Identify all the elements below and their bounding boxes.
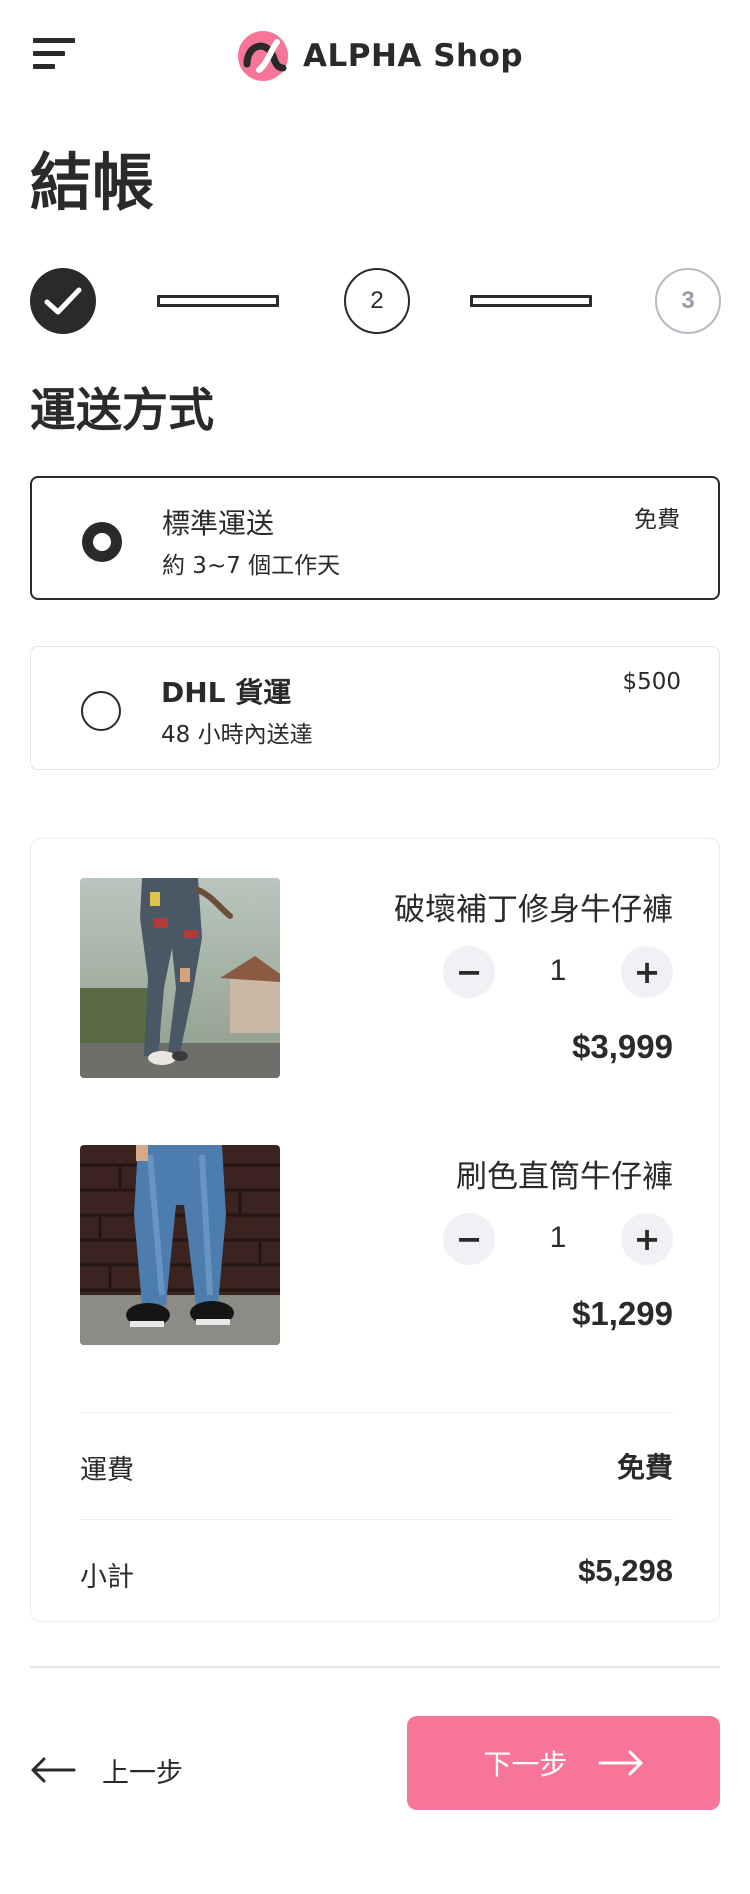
cart-item: 刷色直筒牛仔褲 − 1 + $1,299 bbox=[80, 1145, 673, 1345]
step-1-completed bbox=[30, 268, 96, 334]
radio-selected[interactable] bbox=[82, 522, 122, 562]
divider bbox=[80, 1412, 673, 1413]
increase-button[interactable]: + bbox=[621, 1213, 673, 1265]
divider bbox=[80, 1519, 673, 1520]
header: ALPHA Shop bbox=[0, 0, 750, 112]
brand-name: ALPHA Shop bbox=[303, 38, 524, 74]
product-image bbox=[80, 1145, 280, 1345]
checkout-stepper: 2 3 bbox=[30, 268, 721, 334]
prev-step-label: 上一步 bbox=[102, 1757, 183, 1789]
radio-unselected[interactable] bbox=[81, 691, 121, 731]
prev-step-button[interactable]: 上一步 bbox=[30, 1740, 183, 1800]
step-connector bbox=[157, 295, 279, 307]
page-title: 結帳 bbox=[30, 146, 155, 219]
shipping-fee-label: 運費 bbox=[80, 1455, 134, 1486]
step-3-upcoming: 3 bbox=[655, 268, 721, 334]
shipping-fee-value: 免費 bbox=[616, 1451, 673, 1484]
shipping-option-name: DHL 貨運 bbox=[161, 676, 292, 709]
cart-item: 破壞補丁修身牛仔褲 − 1 + $3,999 bbox=[80, 878, 673, 1078]
shipping-option-standard[interactable]: 標準運送 約 3~7 個工作天 免費 bbox=[30, 476, 720, 600]
arrow-right-icon bbox=[598, 1750, 642, 1776]
decrease-button[interactable]: − bbox=[443, 946, 495, 998]
increase-button[interactable]: + bbox=[621, 946, 673, 998]
shipping-fee-row: 運費 免費 bbox=[80, 1442, 673, 1492]
shipping-option-name: 標準運送 bbox=[162, 507, 275, 540]
subtotal-value: $5,298 bbox=[578, 1553, 673, 1588]
subtotal-row: 小計 $5,298 bbox=[80, 1549, 673, 1599]
shipping-option-price: 免費 bbox=[634, 507, 680, 533]
shipping-option-dhl[interactable]: DHL 貨運 48 小時內送達 $500 bbox=[30, 646, 720, 770]
product-price: $3,999 bbox=[572, 1028, 673, 1065]
cart-panel: 破壞補丁修身牛仔褲 − 1 + $3,999 刷色直筒牛仔褲 − 1 + $1,… bbox=[30, 838, 720, 1622]
hamburger-menu-icon[interactable] bbox=[33, 38, 77, 74]
shipping-option-price: $500 bbox=[622, 669, 681, 695]
shipping-section-title: 運送方式 bbox=[30, 383, 214, 437]
footer-divider bbox=[30, 1666, 720, 1668]
next-step-label: 下一步 bbox=[483, 1748, 568, 1781]
next-step-button[interactable]: 下一步 bbox=[407, 1716, 720, 1810]
product-name: 刷色直筒牛仔褲 bbox=[456, 1159, 673, 1195]
quantity-stepper: − 1 + bbox=[443, 946, 673, 998]
check-icon bbox=[44, 287, 82, 315]
product-name: 破壞補丁修身牛仔褲 bbox=[394, 892, 673, 928]
product-price: $1,299 bbox=[572, 1295, 673, 1332]
subtotal-label: 小計 bbox=[80, 1562, 134, 1593]
arrow-left-icon bbox=[31, 1757, 76, 1783]
quantity-value: 1 bbox=[549, 954, 567, 987]
product-image bbox=[80, 878, 280, 1078]
step-connector bbox=[470, 295, 592, 307]
step-2-current: 2 bbox=[344, 268, 410, 334]
brand[interactable]: ALPHA Shop bbox=[237, 30, 523, 82]
shipping-option-desc: 48 小時內送達 bbox=[161, 722, 313, 748]
shipping-option-desc: 約 3~7 個工作天 bbox=[162, 553, 341, 579]
quantity-stepper: − 1 + bbox=[443, 1213, 673, 1265]
alpha-logo-icon bbox=[238, 31, 288, 81]
decrease-button[interactable]: − bbox=[443, 1213, 495, 1265]
quantity-value: 1 bbox=[549, 1221, 567, 1254]
